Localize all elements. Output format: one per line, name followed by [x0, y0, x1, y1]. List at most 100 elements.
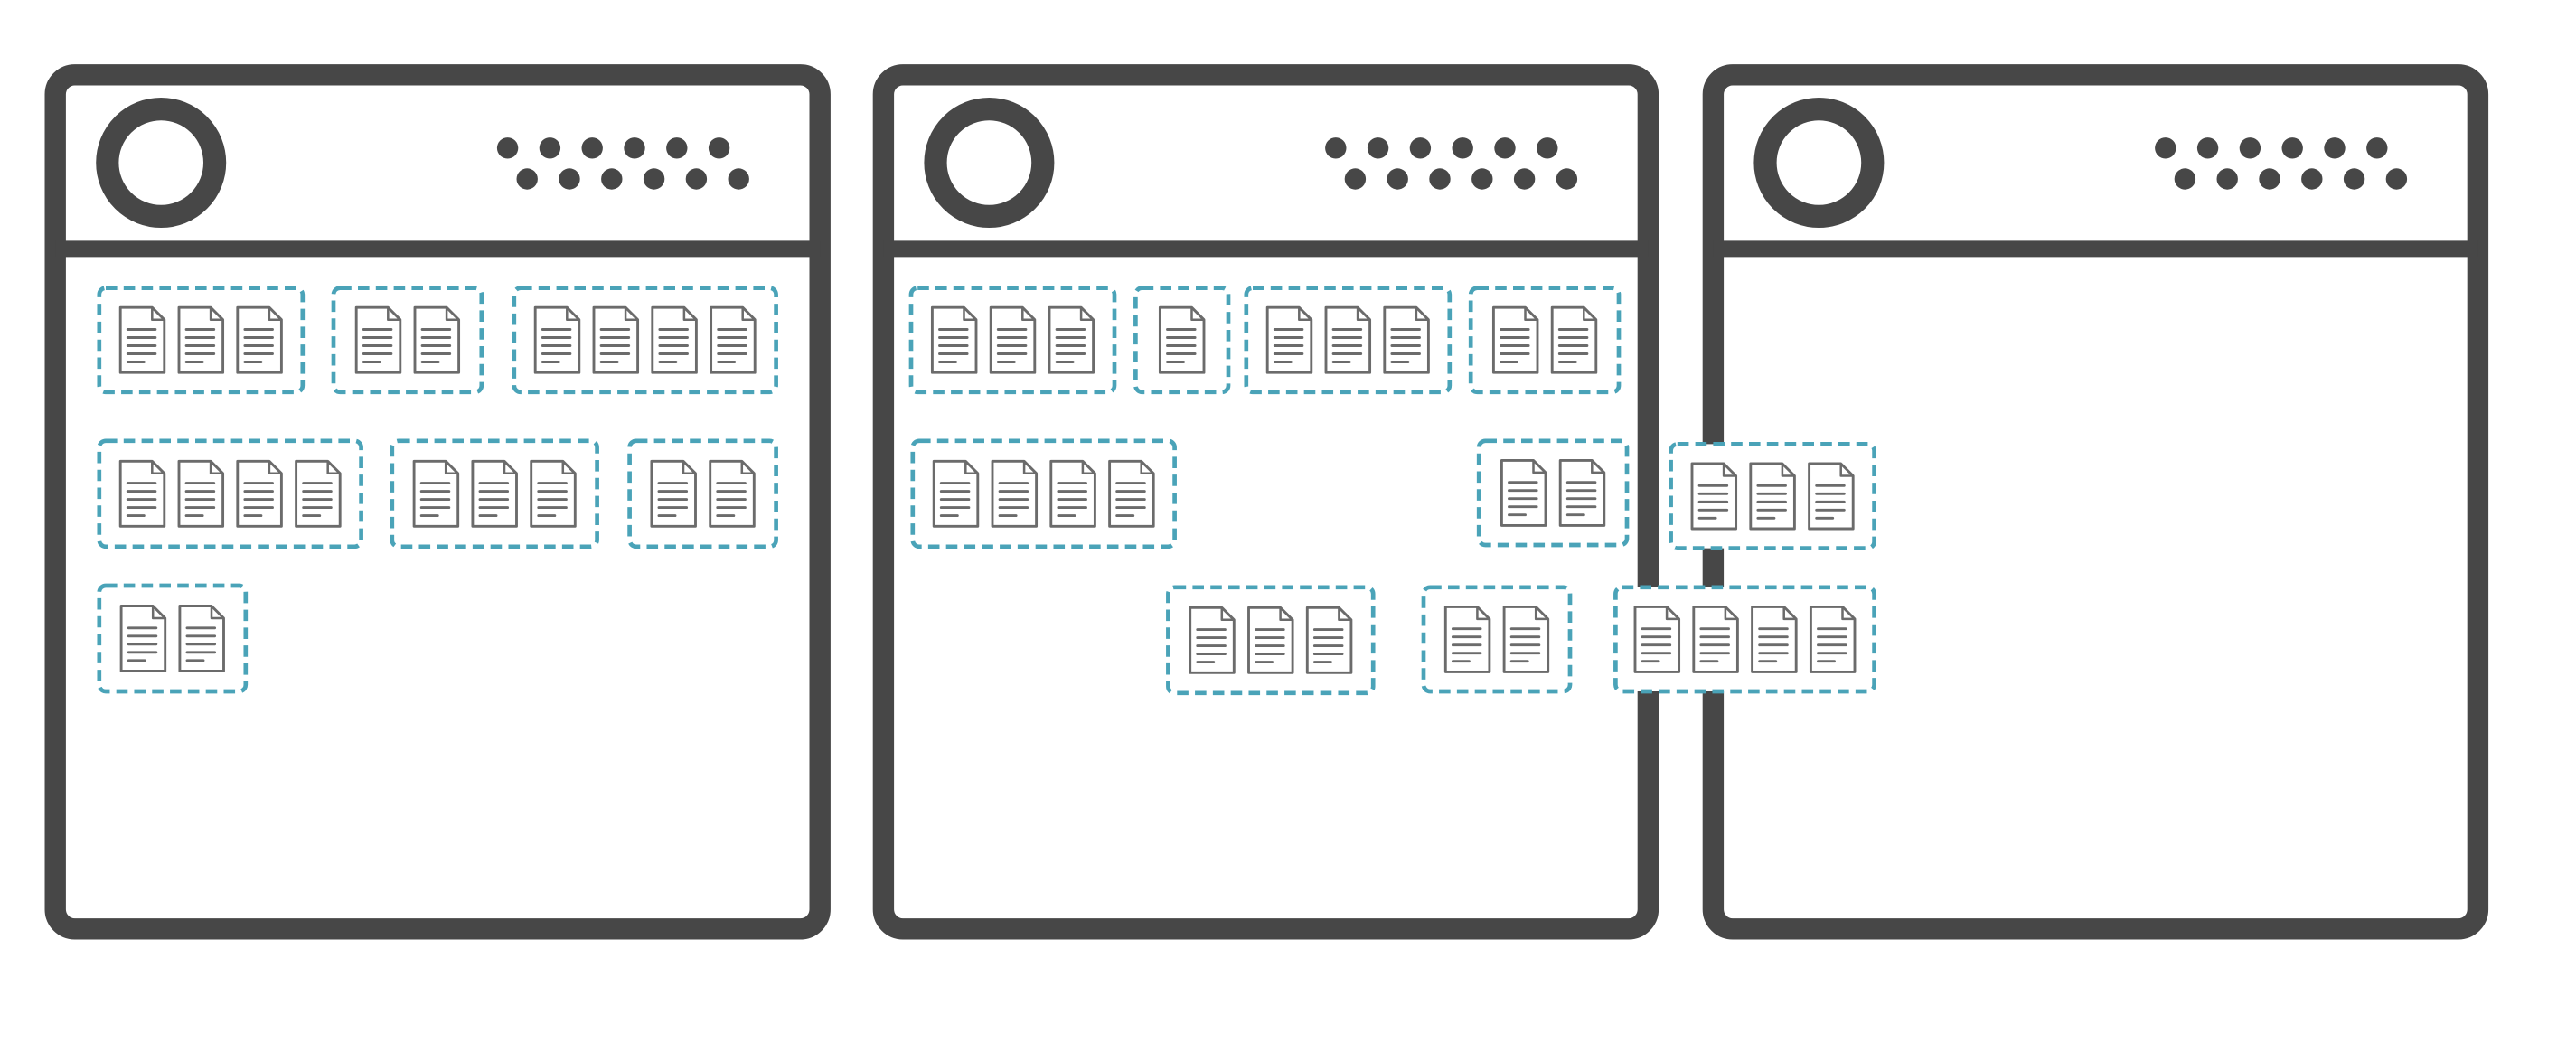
dot [1471, 168, 1493, 190]
moving-document-group [1613, 585, 1876, 694]
document-icon [1265, 305, 1313, 374]
dot [2216, 168, 2238, 190]
document-icon [1158, 305, 1206, 374]
dot [601, 168, 623, 190]
dot [666, 137, 688, 159]
document-group [512, 286, 778, 395]
dot [1537, 137, 1558, 159]
document-group [1421, 585, 1573, 694]
dot [1494, 137, 1516, 159]
document-icon [533, 305, 581, 374]
moving-document-group [1669, 442, 1876, 550]
document-icon [1502, 605, 1550, 673]
dot [1556, 168, 1578, 190]
document-icon [295, 459, 342, 528]
diagram-stage [0, 0, 2576, 1052]
document-icon [1500, 458, 1547, 527]
document-icon [1633, 605, 1681, 673]
document-icon [1048, 305, 1095, 374]
document-icon [709, 459, 756, 528]
dot [2301, 168, 2323, 190]
document-icon [177, 459, 225, 528]
document-icon [1383, 305, 1430, 374]
document-group [1244, 286, 1453, 395]
document-icon [651, 305, 698, 374]
document-icon [592, 305, 640, 374]
document-icon [1189, 606, 1236, 674]
diagram-canvas [44, 64, 2489, 940]
dot [1387, 168, 1408, 190]
dot [708, 137, 730, 159]
document-icon [1247, 606, 1294, 674]
document-icon [1491, 305, 1539, 374]
document-icon [1809, 605, 1857, 673]
document-icon [710, 305, 757, 374]
document-group [910, 438, 1177, 549]
dot [1429, 168, 1451, 190]
document-icon [1558, 458, 1606, 527]
dot [1344, 168, 1367, 190]
document-group [331, 286, 484, 395]
document-icon [1324, 305, 1372, 374]
document-group [1166, 585, 1376, 696]
document-icon [1749, 462, 1796, 531]
document-group [908, 286, 1117, 395]
document-icon [1550, 305, 1598, 374]
dot [559, 168, 580, 190]
document-icon [178, 605, 225, 672]
document-icon [236, 305, 283, 374]
document-icon [991, 459, 1039, 528]
document-icon [471, 459, 518, 528]
frame-2 [872, 64, 1659, 940]
dot [1367, 137, 1389, 159]
dot [1513, 168, 1536, 190]
document-group [97, 583, 249, 694]
document-group [97, 438, 363, 549]
document-group [627, 438, 778, 549]
dot [2366, 137, 2388, 159]
document-icon [1049, 459, 1096, 528]
document-icon [354, 305, 402, 374]
dot [1325, 137, 1347, 159]
document-group [1468, 286, 1622, 395]
document-icon [118, 305, 166, 374]
dot [1452, 137, 1473, 159]
dot [2155, 137, 2176, 159]
document-icon [236, 459, 283, 528]
document-icon [177, 305, 225, 374]
document-icon [650, 459, 697, 528]
document-icon [930, 305, 978, 374]
document-icon [1690, 462, 1738, 531]
dot [728, 168, 749, 190]
dot [1409, 137, 1432, 159]
dot [2343, 168, 2365, 190]
document-icon [412, 459, 460, 528]
document-group [1133, 286, 1231, 395]
document-icon [989, 305, 1037, 374]
dot [581, 137, 603, 159]
diagram-root [44, 64, 2489, 940]
document-icon [932, 459, 980, 528]
document-icon [530, 459, 577, 528]
document-icon [413, 305, 461, 374]
dot [685, 168, 708, 190]
dot [2281, 137, 2303, 159]
dot [516, 168, 538, 190]
dot [2239, 137, 2261, 159]
dot [2385, 168, 2408, 190]
dot [539, 137, 561, 159]
dot [2196, 137, 2219, 159]
document-icon [1305, 606, 1353, 674]
dot [496, 137, 519, 159]
document-icon [118, 459, 166, 528]
document-icon [1808, 462, 1855, 531]
document-icon [1443, 605, 1491, 673]
dot [624, 137, 645, 159]
document-icon [119, 605, 167, 672]
dot [643, 168, 665, 190]
frame-1 [44, 64, 831, 940]
document-group [390, 438, 599, 549]
document-group [1476, 438, 1630, 548]
document-icon [1751, 605, 1798, 673]
dot [2324, 137, 2346, 159]
